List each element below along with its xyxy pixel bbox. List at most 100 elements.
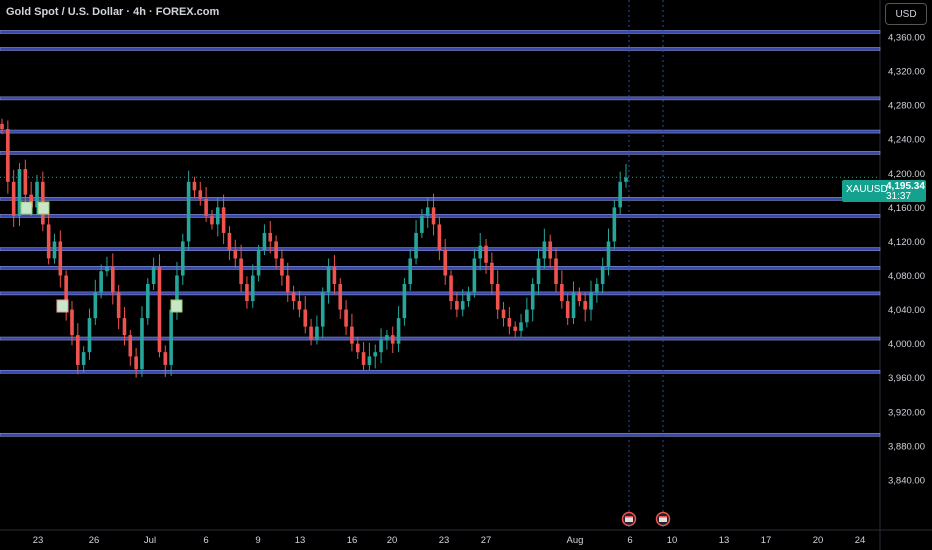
horizontal-level-line[interactable]: [0, 129, 881, 134]
candle-body: [431, 207, 436, 225]
candle-body: [93, 292, 98, 319]
candle-body: [227, 232, 232, 250]
x-tick-label: 20: [813, 535, 824, 546]
x-tick-label: 13: [719, 535, 730, 546]
y-tick-label: 3,920.00: [888, 407, 925, 418]
candle-body: [519, 322, 523, 331]
candle-body: [210, 215, 214, 225]
candle-body: [192, 181, 197, 191]
event-flag-icon[interactable]: [655, 511, 671, 527]
horizontal-level-line[interactable]: [0, 47, 881, 51]
horizontal-level-line[interactable]: [0, 432, 881, 437]
chart-title: Gold Spot / U.S. Dollar · 4h · FOREX.com: [6, 6, 220, 18]
x-tick-label: Aug: [567, 535, 584, 546]
event-flag-stripe: [659, 516, 667, 518]
candle-body: [309, 326, 313, 340]
candle-body: [163, 352, 168, 365]
candle-body: [565, 301, 570, 319]
candle-body: [484, 245, 488, 263]
candle-body: [52, 241, 57, 259]
candle-body: [256, 249, 261, 276]
candle-body: [425, 207, 430, 216]
candle-body: [525, 309, 529, 323]
candle-body: [204, 198, 208, 216]
y-tick-label: 4,000.00: [888, 339, 925, 350]
candle-body: [262, 232, 267, 250]
annotation-marker-icon[interactable]: [170, 299, 183, 313]
candle-body: [116, 292, 121, 319]
candle-body: [606, 241, 611, 267]
candle-body: [361, 352, 366, 365]
candle-body: [554, 258, 558, 285]
x-tick-label: 16: [347, 535, 358, 546]
candle-body: [111, 267, 115, 293]
candle-body: [443, 249, 448, 276]
annotation-marker-icon[interactable]: [37, 201, 50, 215]
candle-body: [0, 123, 4, 130]
candle-body: [134, 356, 138, 370]
candle-body: [186, 181, 191, 242]
candle-body: [414, 232, 418, 259]
candle-body: [460, 301, 465, 310]
candle-body: [128, 335, 133, 357]
candle-body: [326, 267, 331, 293]
candle-body: [11, 181, 16, 216]
candle-body: [367, 356, 372, 365]
candle-body: [530, 284, 535, 310]
annotation-marker-icon[interactable]: [56, 299, 69, 313]
candle-body: [560, 284, 564, 302]
candle-body: [402, 284, 407, 319]
candle-body: [180, 241, 185, 276]
x-tick-label: 13: [295, 535, 306, 546]
x-tick-label: 17: [761, 535, 772, 546]
y-tick-label: 4,360.00: [888, 33, 925, 44]
candle-body: [390, 335, 395, 344]
candle-body: [315, 326, 319, 340]
candle-body: [513, 326, 517, 331]
candle-body: [577, 292, 582, 302]
y-tick-label: 4,080.00: [888, 271, 925, 282]
candle-body: [297, 301, 302, 310]
candle-body: [332, 267, 337, 285]
candle-body: [624, 177, 628, 182]
candle-body: [23, 169, 28, 195]
candle-body: [268, 232, 273, 242]
candle-body: [536, 258, 541, 285]
y-tick-label: 4,120.00: [888, 237, 925, 248]
candle-body: [320, 292, 325, 327]
horizontal-level-line[interactable]: [0, 214, 881, 218]
candle-body: [583, 301, 587, 310]
horizontal-level-line[interactable]: [0, 197, 881, 201]
price-chart[interactable]: 4,360.00 4,320.00 4,280.00 4,240.00 4,200.00…: [0, 0, 932, 550]
annotation-marker-icon[interactable]: [20, 201, 33, 215]
candle-body: [373, 352, 378, 357]
candle-body: [151, 267, 156, 285]
x-tick-label: 27: [481, 535, 492, 546]
candle-body: [548, 241, 552, 259]
horizontal-level-line[interactable]: [0, 151, 881, 155]
price-badge-symbol: XAUUSD: [846, 184, 888, 195]
candle-body: [87, 318, 92, 353]
horizontal-level-line[interactable]: [0, 369, 881, 374]
candle-body: [589, 292, 593, 310]
candle-body: [140, 318, 144, 370]
x-tick-label: 20: [387, 535, 398, 546]
candle-body: [157, 267, 162, 353]
candle-body: [437, 224, 442, 250]
y-tick-label: 4,280.00: [888, 101, 925, 112]
price-badge-countdown: 31:37: [886, 191, 912, 202]
candle-body: [105, 267, 109, 272]
horizontal-level-line[interactable]: [0, 96, 881, 101]
horizontal-level-line[interactable]: [0, 30, 881, 34]
candle-body: [420, 215, 424, 233]
candle-body: [291, 292, 296, 302]
horizontal-level-line[interactable]: [0, 291, 881, 296]
currency-button[interactable]: USD: [885, 3, 927, 25]
candle-body: [46, 224, 51, 259]
y-tick-label: 3,840.00: [888, 475, 925, 486]
event-flag-icon[interactable]: [621, 511, 637, 527]
candle-body: [285, 275, 290, 293]
y-tick-label: 4,040.00: [888, 305, 925, 316]
horizontal-level-line[interactable]: [0, 266, 881, 270]
candle-body: [501, 309, 506, 319]
